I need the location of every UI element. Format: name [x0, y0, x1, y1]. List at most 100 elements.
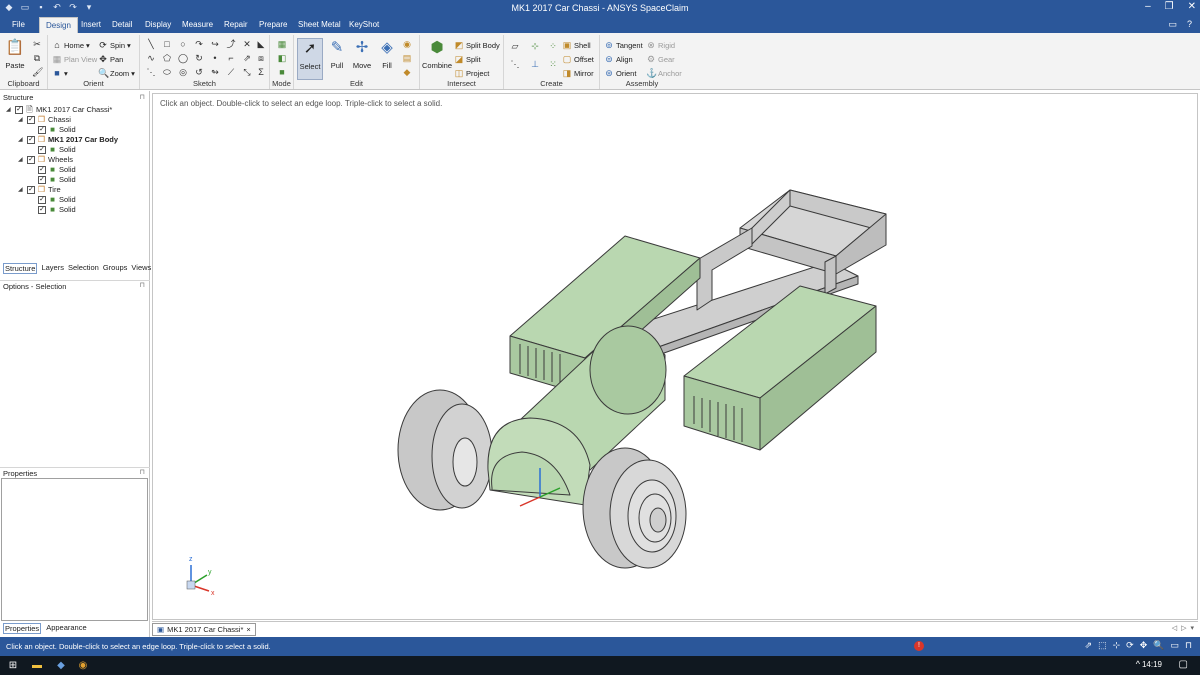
select-mode-icon[interactable]: ⇗	[1085, 640, 1093, 651]
line-tool-icon[interactable]: ╲	[146, 39, 156, 49]
tile-icon[interactable]: ▭	[1168, 19, 1177, 30]
pull-button[interactable]: ✎ Pull	[324, 38, 350, 70]
tree-item-wheels[interactable]: ◢ ✓ ❒ Wheels	[18, 155, 73, 164]
point-icon[interactable]: ⁘	[548, 41, 558, 51]
split-body-button[interactable]: ◩ Split Body	[454, 40, 500, 50]
notifications-icon[interactable]: ▢	[1179, 659, 1188, 670]
offset-button[interactable]: ▢ Offset	[562, 54, 594, 64]
format-painter-icon[interactable]: 🖌	[32, 67, 43, 77]
tangent-arc-icon[interactable]: ↺	[194, 67, 204, 77]
combine-button[interactable]: ⬢ Combine	[422, 38, 452, 70]
home-button[interactable]: ⌂ Home ▾	[52, 40, 90, 50]
cross-tool-icon[interactable]: ✕	[242, 39, 252, 49]
car-model[interactable]	[153, 94, 1197, 619]
tab-properties[interactable]: Properties	[3, 623, 42, 634]
visibility-checkbox[interactable]: ✓	[27, 135, 35, 144]
extend-tool-icon[interactable]: ⇗	[242, 53, 252, 63]
ellipse-tool-icon[interactable]: ◯	[178, 53, 188, 63]
trim-tool-icon[interactable]: ⤴	[226, 39, 236, 49]
project-button[interactable]: ◫ Project	[454, 68, 490, 78]
tab-structure[interactable]: Structure	[3, 263, 38, 274]
pin-status-icon[interactable]: ⊓	[1185, 640, 1192, 651]
tab-appearance[interactable]: Appearance	[46, 623, 86, 634]
tree-item-tire[interactable]: ◢ ✓ ❒ Tire	[18, 185, 61, 194]
tab-layers[interactable]: Layers	[41, 263, 64, 274]
fillet-tool-icon[interactable]: ⌐	[226, 53, 236, 63]
visibility-checkbox[interactable]: ✓	[38, 125, 46, 134]
circle-tool-icon[interactable]: ○	[178, 39, 188, 49]
tree-item-chassi[interactable]: ◢ ✓ ❒ Chassi	[18, 115, 71, 124]
origin-icon[interactable]: ⊥	[530, 59, 540, 69]
view-cube-button[interactable]: ■ ▾	[52, 68, 67, 78]
document-tab[interactable]: ▣ MK1 2017 Car Chassi* ×	[152, 623, 256, 636]
collapse-icon[interactable]: ◢	[18, 136, 25, 143]
tweak-face-icon[interactable]: ◆	[402, 67, 412, 77]
sketch-mode-icon[interactable]: ▦	[277, 39, 287, 49]
visibility-checkbox[interactable]: ✓	[27, 155, 35, 164]
pan-button[interactable]: ✥ Pan	[98, 54, 123, 64]
tab-sheet-metal[interactable]: Sheet Metal	[292, 17, 347, 33]
collapse-icon[interactable]: ◢	[6, 106, 13, 113]
copy-icon[interactable]: ⧉	[32, 53, 42, 63]
chrome-icon[interactable]: ◉	[76, 659, 90, 672]
point-tool-icon[interactable]: •	[210, 53, 220, 63]
visibility-checkbox[interactable]: ✓	[27, 115, 35, 124]
project-curve-icon[interactable]: ⧈	[256, 53, 266, 63]
spin-status-icon[interactable]: ⟳	[1126, 640, 1134, 651]
scroll-left-icon[interactable]: ◁	[1172, 624, 1177, 632]
tangent-button[interactable]: ⊚ Tangent	[604, 40, 642, 50]
axis-icon[interactable]: ⊹	[530, 41, 540, 51]
paste-button[interactable]: 📋 Paste	[2, 38, 28, 70]
polygon-tool-icon[interactable]: ⬠	[162, 53, 172, 63]
tab-repair[interactable]: Repair	[218, 17, 254, 33]
help-icon[interactable]: ?	[1187, 19, 1192, 30]
arc-tool-icon[interactable]: ↷	[194, 39, 204, 49]
tree-root[interactable]: ◢ ✓ 🗎 MK1 2017 Car Chassi*	[6, 105, 112, 114]
split-curve-icon[interactable]: ⟋	[226, 67, 236, 77]
visibility-checkbox[interactable]: ✓	[38, 195, 46, 204]
orient-button[interactable]: ⊛ Orient	[604, 68, 636, 78]
scale-curve-icon[interactable]: ⤡	[242, 67, 252, 77]
visibility-checkbox[interactable]: ✓	[38, 165, 46, 174]
tab-groups[interactable]: Groups	[103, 263, 128, 274]
zoom-button[interactable]: 🔍 Zoom ▾	[98, 68, 135, 78]
fill-button[interactable]: ◈ Fill	[374, 38, 400, 70]
offset-curve-icon[interactable]: ◣	[256, 39, 266, 49]
bend-tool-icon[interactable]: ↬	[210, 67, 220, 77]
rectangle-tool-icon[interactable]: □	[162, 39, 172, 49]
line-datum-icon[interactable]: ⋱	[510, 59, 520, 69]
file-explorer-icon[interactable]: ▬	[30, 659, 44, 672]
pin-icon[interactable]: ⊓	[140, 468, 145, 476]
3d-mode-icon[interactable]: ■	[277, 67, 287, 77]
box-select-icon[interactable]: ⬚	[1098, 640, 1107, 651]
tab-measure[interactable]: Measure	[176, 17, 219, 33]
zoom-status-icon[interactable]: 🔍	[1153, 640, 1164, 651]
pin-icon[interactable]: ⊓	[140, 281, 145, 289]
spaceclaim-taskbar-icon[interactable]: ◆	[54, 659, 68, 672]
replace-icon[interactable]: ▤	[402, 53, 412, 63]
tree-item-solid[interactable]: ✓ ■ Solid	[38, 145, 76, 154]
plan-view-button[interactable]: ▦ Plan View	[52, 54, 97, 64]
collapse-icon[interactable]: ◢	[18, 116, 25, 123]
tree-item-car-body[interactable]: ◢ ✓ ❒ MK1 2017 Car Body	[18, 135, 118, 144]
close-icon[interactable]: ✕	[1188, 1, 1196, 12]
gear-button[interactable]: ⚙ Gear	[646, 54, 675, 64]
pin-icon[interactable]: ⊓	[140, 93, 145, 101]
cut-icon[interactable]: ✂	[32, 39, 42, 49]
tab-file[interactable]: File	[6, 17, 31, 33]
spline-tool-icon[interactable]: ∿	[146, 53, 156, 63]
tree-item-solid[interactable]: ✓ ■ Solid	[38, 205, 76, 214]
tree-item-solid[interactable]: ✓ ■ Solid	[38, 125, 76, 134]
mirror-button[interactable]: ◨ Mirror	[562, 68, 594, 78]
equation-curve-icon[interactable]: Σ	[256, 67, 266, 77]
construction-line-icon[interactable]: ⋱	[146, 67, 156, 77]
move-button[interactable]: ✢ Move	[349, 38, 375, 70]
design-viewport[interactable]: Click an object. Double-click to select …	[152, 93, 1198, 620]
section-mode-icon[interactable]: ◧	[277, 53, 287, 63]
tab-selection[interactable]: Selection	[68, 263, 99, 274]
tab-list-icon[interactable]: ▾	[1190, 624, 1194, 632]
tab-detail[interactable]: Detail	[106, 17, 138, 33]
fit-icon[interactable]: ▭	[1170, 640, 1179, 651]
snap-icon[interactable]: ⊹	[1113, 640, 1121, 651]
tray-chevron-icon[interactable]: ^	[1136, 659, 1140, 669]
